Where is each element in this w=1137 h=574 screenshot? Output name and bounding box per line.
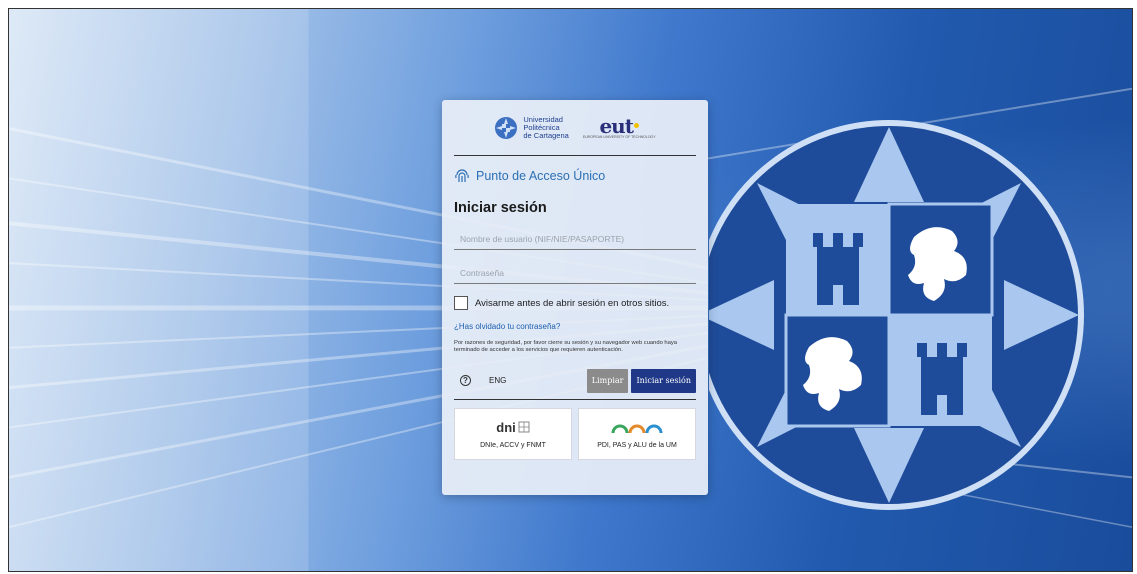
alternative-logins: dni DNIe, ACCV y FNMT PDI, PAS y ALU de … [454, 407, 696, 460]
cmn-logo [610, 418, 664, 436]
password-field-wrapper [454, 260, 696, 284]
upct-seal-icon [495, 116, 518, 139]
warn-checkbox[interactable] [454, 296, 468, 310]
eut-logo: eut EUROPEAN UNIVERSITY OF TECHNOLOGY [582, 113, 656, 139]
dni-wordmark: dni [496, 419, 516, 435]
upct-line-3: de Cartagena [523, 130, 569, 140]
header-logos: Universidad Politécnica de Cartagena eut… [454, 100, 696, 156]
warn-checkbox-label[interactable]: Avisarme antes de abrir sesión en otros … [475, 298, 669, 309]
login-button[interactable]: Iniciar sesión [631, 368, 696, 393]
service-name: Punto de Acceso Único [476, 169, 606, 183]
login-panel: Universidad Politécnica de Cartagena eut… [442, 100, 708, 495]
forgot-password-link[interactable]: ¿Has olvidado tu contraseña? [454, 322, 696, 331]
page-title: Iniciar sesión [454, 200, 547, 216]
um-login-card[interactable]: PDI, PAS y ALU de la UM [578, 407, 696, 460]
language-toggle[interactable]: ENG [489, 376, 506, 385]
dnie-login-card[interactable]: dni DNIe, ACCV y FNMT [454, 407, 572, 460]
action-bar: ? ENG Limpiar Iniciar sesión [454, 368, 696, 393]
security-notice: Por razones de seguridad, por favor cier… [454, 340, 677, 354]
divider [454, 398, 696, 400]
um-login-label: PDI, PAS y ALU de la UM [597, 442, 677, 450]
upct-name: Universidad Politécnica de Cartagena [523, 115, 569, 140]
service-header: Punto de Acceso Único [454, 166, 696, 186]
dni-chip-icon [518, 421, 530, 433]
upct-logo: Universidad Politécnica de Cartagena [494, 115, 569, 140]
question-circle-icon[interactable]: ? [460, 375, 471, 387]
dnie-login-label: DNIe, ACCV y FNMT [480, 442, 546, 450]
password-input[interactable] [454, 268, 696, 283]
university-emblem [709, 120, 1084, 510]
eut-dot-icon [633, 123, 639, 128]
eut-subtitle: EUROPEAN UNIVERSITY OF TECHNOLOGY [582, 134, 656, 139]
username-input[interactable] [454, 234, 696, 249]
clear-button[interactable]: Limpiar [586, 368, 629, 393]
username-field-wrapper [454, 226, 696, 250]
cmn-arcs-icon [611, 424, 663, 434]
warn-option: Avisarme antes de abrir sesión en otros … [454, 296, 696, 310]
eut-wordmark: eut [599, 113, 634, 138]
dnie-logo: dni [496, 418, 530, 436]
fingerprint-icon [455, 169, 469, 182]
